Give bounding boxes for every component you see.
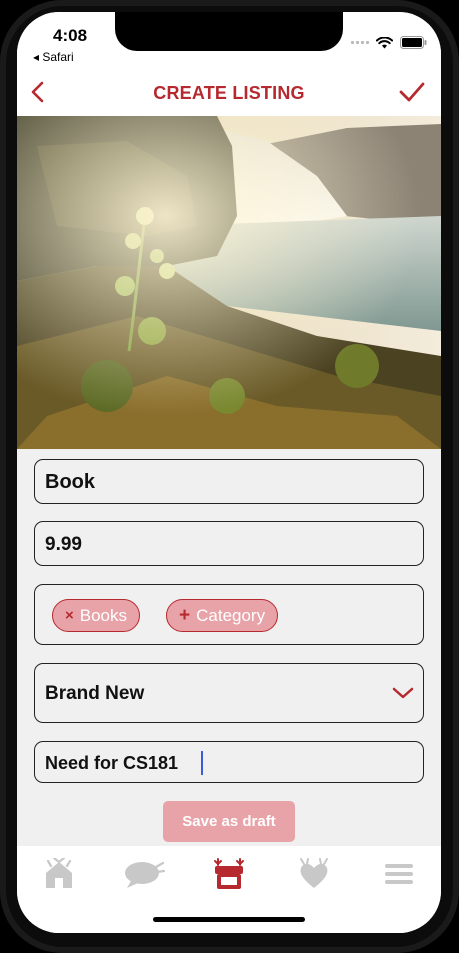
categories-field: × Books + Category	[34, 584, 424, 645]
plus-icon: +	[179, 604, 191, 626]
price-input-value: 9.99	[45, 534, 82, 555]
tab-sell[interactable]	[205, 856, 253, 892]
status-indicators	[351, 36, 427, 49]
condition-dropdown[interactable]: Brand New	[34, 663, 424, 723]
wifi-icon	[376, 36, 393, 48]
nav-bar: CREATE LISTING	[17, 70, 441, 116]
tab-bar	[17, 846, 441, 933]
status-time: 4:08	[53, 26, 88, 45]
back-to-safari-link[interactable]: ◂ Safari	[33, 50, 74, 64]
listing-photo[interactable]	[17, 116, 441, 449]
tab-home[interactable]	[35, 856, 83, 892]
confirm-check-icon[interactable]	[399, 80, 425, 104]
category-chip-label: Books	[79, 605, 128, 625]
tab-menu[interactable]	[375, 856, 423, 892]
description-input-value: Need for CS181	[45, 753, 179, 773]
chat-icon	[125, 861, 165, 888]
price-input[interactable]: 9.99	[34, 521, 424, 566]
title-input[interactable]: Book	[34, 459, 424, 504]
remove-x-icon[interactable]: ×	[65, 607, 74, 624]
waterfall-photo-image	[17, 116, 441, 449]
home-indicator[interactable]	[153, 917, 305, 922]
title-input-value: Book	[45, 471, 95, 493]
sell-booth-icon	[214, 858, 244, 889]
category-chip-books[interactable]: × Books	[52, 599, 141, 632]
screen: 4:08 ◂ Safari CREATE LISTING Book 9.99 ×…	[17, 12, 441, 933]
notch	[115, 12, 343, 51]
menu-icon	[385, 864, 413, 884]
battery-icon	[400, 36, 427, 49]
add-category-label: Category	[196, 605, 266, 625]
page-title: CREATE LISTING	[153, 83, 305, 103]
cellular-signal-icon	[351, 41, 369, 44]
favorites-heart-icon	[300, 858, 328, 888]
description-input[interactable]: Need for CS181	[34, 741, 424, 783]
add-category-button[interactable]: + Category	[166, 599, 279, 632]
chevron-down-icon	[392, 687, 414, 699]
condition-selected-value: Brand New	[45, 683, 145, 704]
tab-favorites[interactable]	[290, 856, 338, 892]
text-cursor	[201, 751, 203, 775]
home-icon	[46, 858, 72, 888]
tab-chat[interactable]	[120, 856, 168, 892]
save-as-draft-button[interactable]: Save as draft	[163, 801, 295, 842]
